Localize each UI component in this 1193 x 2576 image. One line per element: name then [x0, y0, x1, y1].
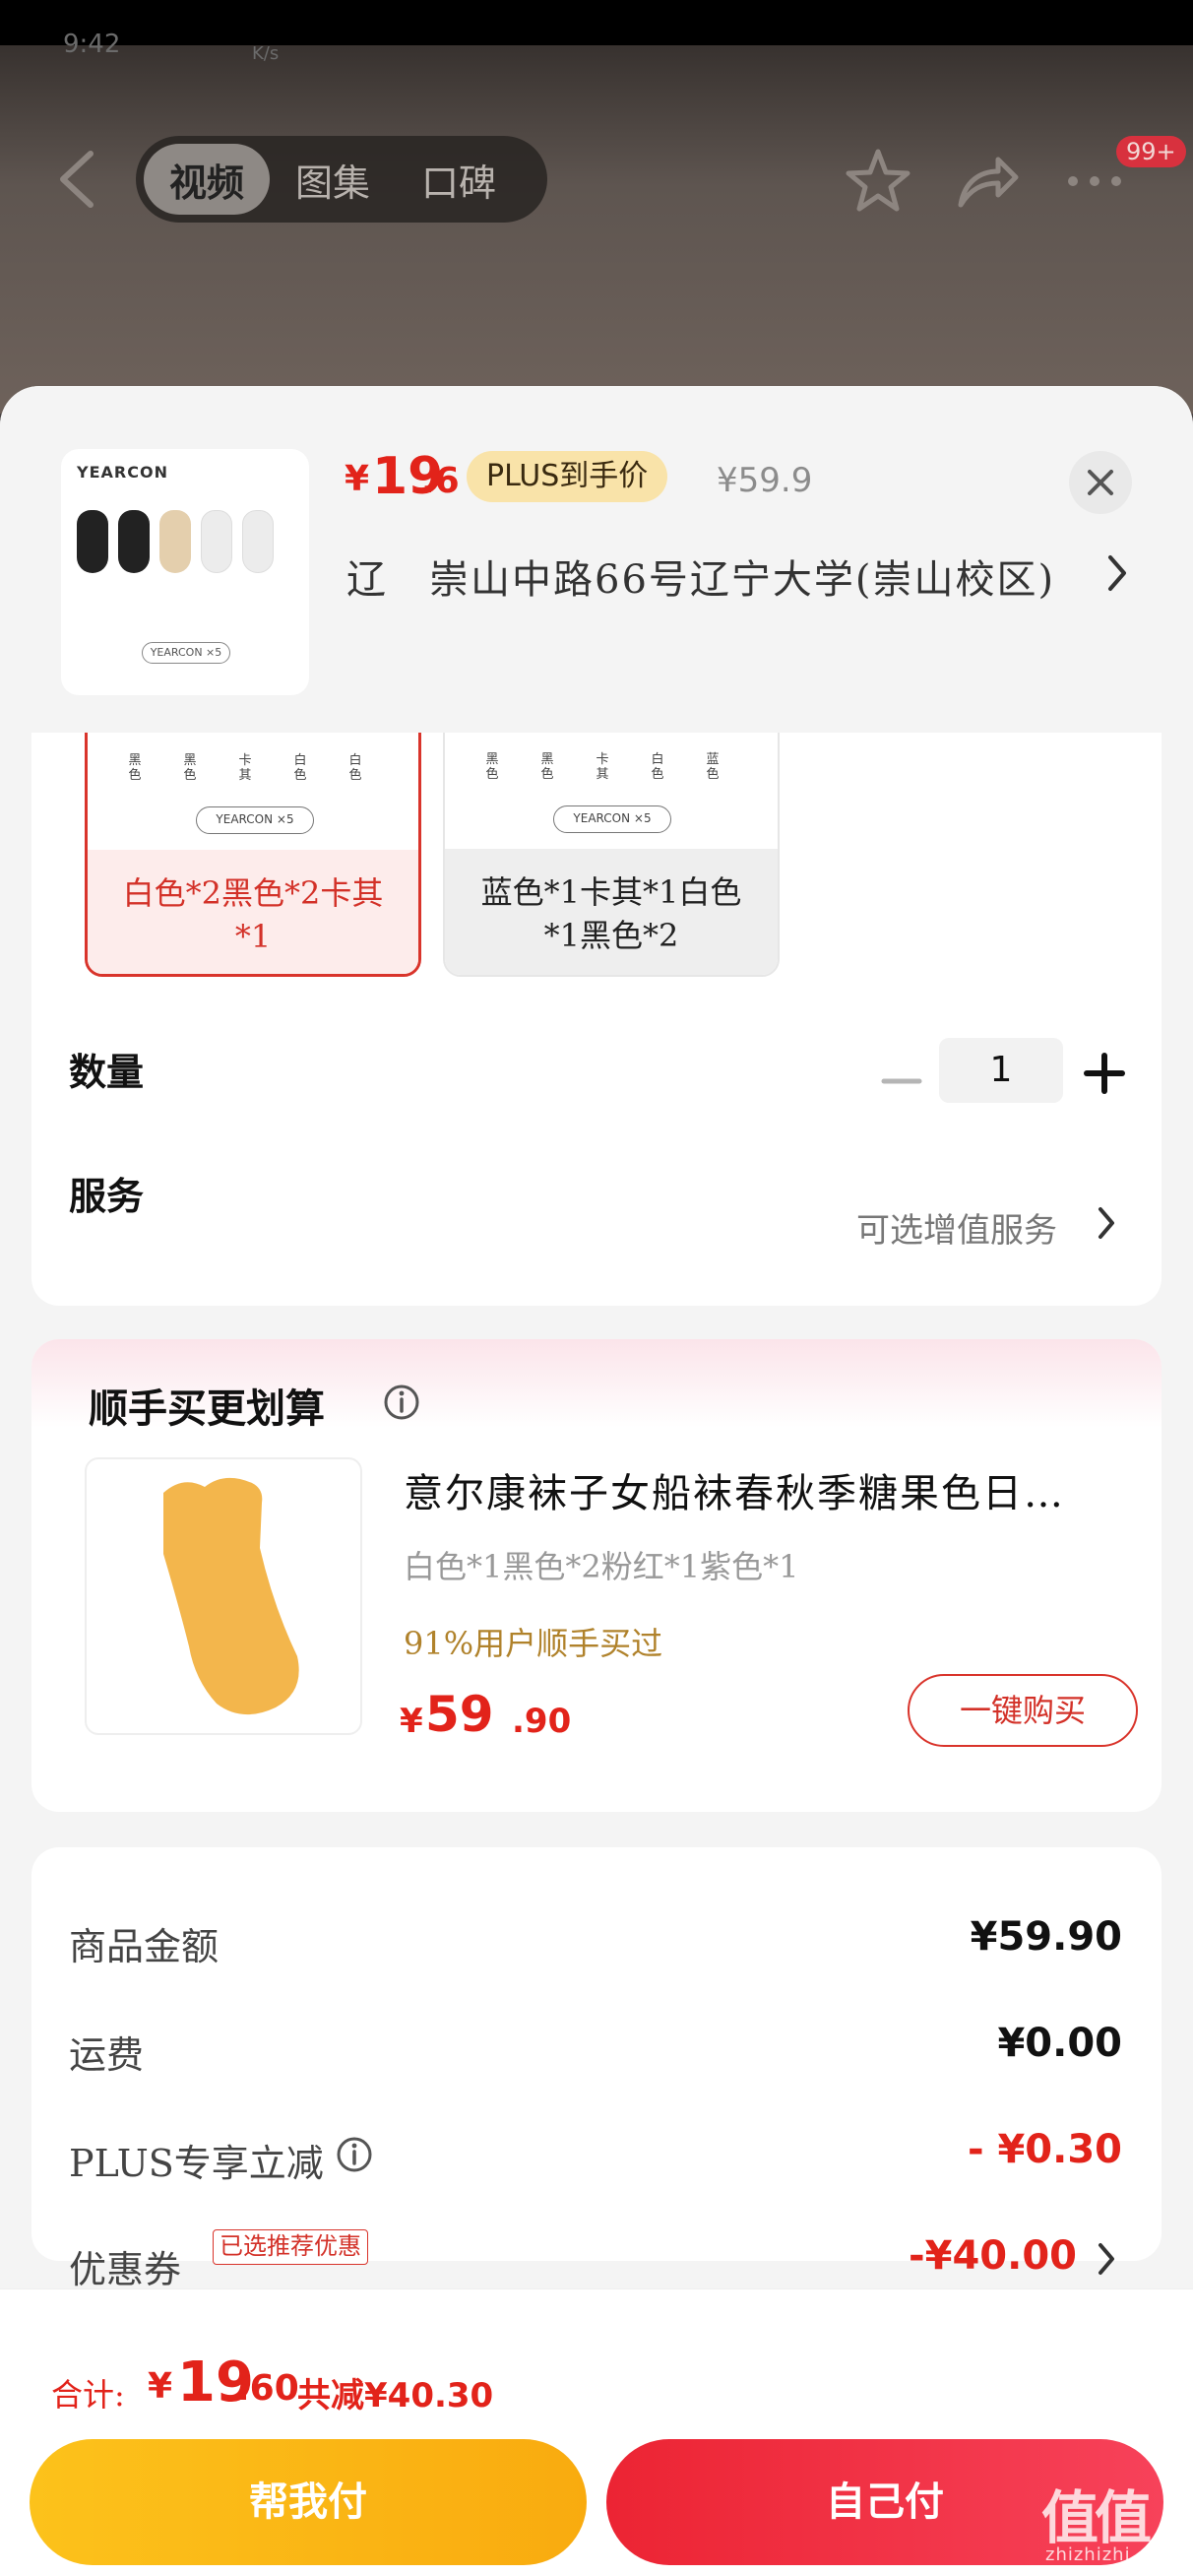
swatch-label: 卡其 [238, 753, 252, 783]
sock-swatch [242, 510, 274, 573]
back-arrow-icon[interactable] [55, 148, 98, 211]
chevron-right-icon[interactable] [1106, 553, 1128, 593]
sock-swatch [77, 510, 108, 573]
summary-label-plus: PLUS专享立减 [69, 2142, 324, 2185]
quantity-input[interactable]: 1 [939, 1038, 1063, 1103]
checkout-bar: 合计: ¥ 19 .60 共减¥40.30 帮我付 自己付 [0, 2288, 1193, 2576]
close-button[interactable] [1069, 451, 1132, 514]
quantity-label: 数量 [69, 1051, 145, 1094]
swatch-label: 黑色 [540, 752, 554, 782]
status-time: 9:42 [63, 30, 121, 59]
one-click-buy-button[interactable]: 一键购买 [908, 1674, 1138, 1747]
summary-value-goods: ¥59.90 [970, 1914, 1122, 1960]
watermark-url: zhizhizhi.com [1045, 2544, 1178, 2565]
status-bar: 9:42 K/s [0, 0, 1193, 64]
pack-pill: YEARCON ×5 [196, 806, 314, 834]
tab-gallery[interactable]: 图集 [270, 144, 396, 215]
addon-buyers-note: 91%用户顺手买过 [404, 1625, 663, 1662]
sheet-header: YEARCON YEARCON ×5 ¥ 19 .6 PLUS到手价 ¥59.9… [0, 386, 1193, 733]
purchase-sheet: 黑色 黑色 卡其 白色 白色 YEARCON ×5 白色*2黑色*2卡其*1 黑… [0, 386, 1193, 2576]
tab-reviews[interactable]: 口碑 [396, 144, 522, 215]
quantity-decrease-button[interactable] [876, 1056, 927, 1107]
sock-swatch [118, 510, 150, 573]
swatch-label: 卡其 [596, 752, 609, 782]
media-tabs: 视频 图集 口碑 [136, 136, 547, 223]
original-price: ¥59.9 [717, 461, 813, 500]
close-icon [1088, 470, 1113, 495]
price-currency: ¥ [345, 459, 370, 499]
variant-label: 白色*2黑色*2卡其*1 [88, 850, 418, 974]
addon-product-image[interactable] [85, 1457, 362, 1735]
plus-price-badge: PLUS到手价 [467, 451, 668, 502]
total-currency: ¥ [148, 2366, 173, 2407]
options-card: 黑色 黑色 卡其 白色 白色 YEARCON ×5 白色*2黑色*2卡其*1 黑… [31, 642, 1162, 1306]
tab-video[interactable]: 视频 [144, 144, 271, 215]
addon-price-integer: 59 [425, 1686, 494, 1743]
swatch-label: 蓝色 [706, 752, 720, 782]
addon-product-name[interactable]: 意尔康袜子女船袜春秋季糖果色日… [404, 1461, 1132, 1518]
price-decimal: .6 [421, 461, 460, 501]
total-label: 合计: [51, 2376, 125, 2414]
swatch-label: 白色 [293, 753, 307, 783]
product-thumbnail: YEARCON YEARCON ×5 [61, 449, 309, 695]
chevron-right-icon[interactable] [1097, 2241, 1116, 2277]
star-icon[interactable] [843, 146, 913, 217]
summary-value-plus: - ¥0.30 [967, 2127, 1122, 2172]
addon-price-decimal: .90 [512, 1702, 572, 1741]
total-decimal: .60 [236, 2368, 299, 2409]
notification-badge: 99+ [1116, 136, 1186, 167]
pack-pill: YEARCON ×5 [142, 642, 230, 664]
addon-product-spec: 白色*1黑色*2粉红*1紫色*1 [404, 1548, 799, 1585]
service-hint[interactable]: 可选增值服务 [856, 1203, 1057, 1252]
swatch-label: 白色 [651, 752, 664, 782]
sock-swatch [159, 510, 191, 573]
swatch-label: 黑色 [128, 753, 142, 783]
price-summary-card: 商品金额 ¥59.90 运费 ¥0.00 PLUS专享立减 - ¥0.30 优惠… [31, 1847, 1162, 2291]
summary-value-shipping: ¥0.00 [997, 2021, 1122, 2066]
share-icon[interactable] [951, 146, 1022, 217]
addon-title: 顺手买更划算 [89, 1386, 325, 1432]
status-speed: K/s [252, 43, 280, 64]
info-icon[interactable] [382, 1383, 421, 1422]
summary-label-shipping: 运费 [69, 2033, 145, 2077]
delivery-address[interactable]: 辽 崇山中路66号辽宁大学(崇山校区) [346, 547, 1075, 605]
ask-friend-pay-button[interactable]: 帮我付 [30, 2439, 587, 2565]
info-icon[interactable] [335, 2135, 374, 2174]
summary-value-coupon[interactable]: -¥40.00 [909, 2233, 1077, 2279]
variant-label: 蓝色*1卡其*1白色*1黑色*2 [445, 849, 778, 975]
quantity-increase-button[interactable] [1083, 1052, 1126, 1095]
swatch-label: 白色 [348, 753, 362, 783]
sock-image [163, 1477, 299, 1715]
summary-label-goods: 商品金额 [69, 1925, 220, 1968]
sock-swatch [201, 510, 232, 573]
brand-logo: YEARCON [77, 463, 168, 482]
swatch-label: 黑色 [183, 753, 197, 783]
summary-label-coupon: 优惠券 [69, 2248, 182, 2291]
pack-pill: YEARCON ×5 [553, 805, 671, 833]
service-label: 服务 [69, 1175, 145, 1218]
chevron-right-icon[interactable] [1097, 1205, 1116, 1241]
swatch-label: 黑色 [485, 752, 499, 782]
addon-card: 顺手买更划算 意尔康袜子女船袜春秋季糖果色日… 白色*1黑色*2粉红*1紫色*1… [31, 1339, 1162, 1812]
addon-price-currency: ¥ [400, 1702, 423, 1741]
coupon-recommend-tag: 已选推荐优惠 [213, 2229, 368, 2265]
total-saved: 共减¥40.30 [297, 2376, 494, 2415]
